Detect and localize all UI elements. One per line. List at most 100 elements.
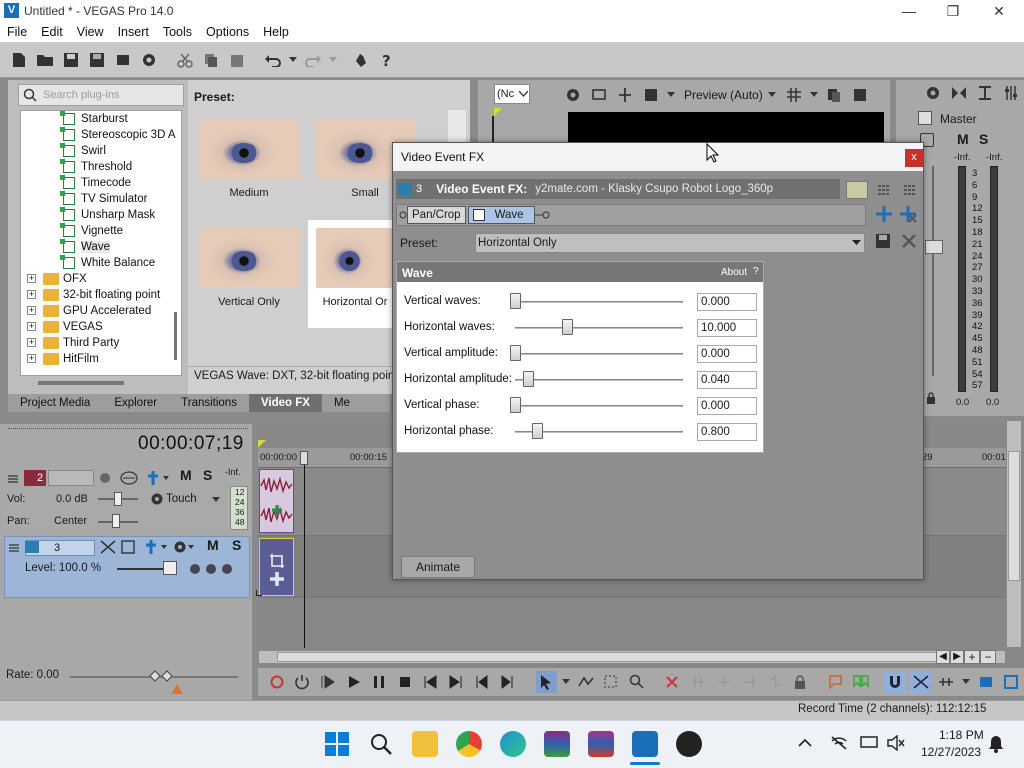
dialog-title-bar[interactable]: Video Event FX x — [393, 143, 923, 171]
wave-param-value-input[interactable]: 0.040 — [697, 371, 757, 389]
track-2-solo-button[interactable]: S — [203, 467, 212, 483]
winrar-icon[interactable] — [544, 731, 570, 757]
track-3-solo-button[interactable]: S — [232, 537, 241, 553]
timeline-vscroll-thumb[interactable] — [1008, 451, 1020, 581]
media-player-icon[interactable] — [676, 731, 702, 757]
insert-marker-icon[interactable] — [825, 671, 847, 693]
close-window-button[interactable]: ✕ — [976, 0, 1022, 22]
menu-insert[interactable]: Insert — [111, 22, 156, 42]
plugin-folder[interactable]: + HitFilm — [21, 351, 181, 367]
go-to-end-icon[interactable] — [445, 671, 467, 693]
taskbar-clock-date[interactable]: 12/27/2023 — [921, 745, 981, 759]
zoom-out-button[interactable]: − — [980, 650, 996, 664]
master-solo-button[interactable]: S — [979, 131, 988, 147]
external-monitor-icon[interactable] — [588, 84, 610, 106]
new-file-icon[interactable] — [8, 49, 30, 71]
expand-folder-icon[interactable]: + — [27, 338, 36, 347]
timeline-cursor-handle[interactable] — [300, 451, 308, 465]
paste-icon[interactable] — [226, 49, 248, 71]
plugin-folder[interactable]: + VEGAS — [21, 319, 181, 335]
wave-param-value-input[interactable]: 0.000 — [697, 345, 757, 363]
plugin-folder[interactable]: +32-bit floating point — [21, 287, 181, 303]
delete-preset-icon[interactable] — [901, 233, 917, 249]
restore-button[interactable]: ❐ — [930, 0, 976, 22]
play-from-start-icon[interactable] — [317, 671, 339, 693]
plugin-item[interactable]: TV Simulator — [21, 191, 181, 207]
track-3-motion-icon[interactable] — [99, 539, 117, 555]
auto-crossfade-icon[interactable] — [909, 671, 932, 693]
pause-icon[interactable] — [368, 671, 390, 693]
rate-slider-thumb[interactable] — [148, 670, 176, 682]
windows-start-icon[interactable] — [324, 731, 350, 757]
menu-file[interactable]: File — [0, 22, 34, 42]
chain-item-pan-crop[interactable]: Pan/Crop — [407, 206, 466, 224]
audio-track-2[interactable]: 2 M S -Inf. Vol: 0.0 dB Touch Pan: Cente… — [4, 466, 250, 534]
show-hidden-icons-chevron-icon[interactable] — [798, 738, 812, 748]
save-snapshot-icon[interactable] — [849, 84, 871, 106]
track-2-pan-thumb[interactable] — [112, 514, 120, 528]
wave-param-slider-thumb[interactable] — [510, 293, 521, 309]
go-to-start-icon[interactable] — [420, 671, 442, 693]
preview-quality-label[interactable]: Preview (Auto) — [684, 88, 763, 102]
plugin-item[interactable]: Stereoscopic 3D A — [21, 127, 181, 143]
video-preview-settings-gear-icon[interactable] — [562, 84, 584, 106]
plugin-item[interactable]: Swirl — [21, 143, 181, 159]
wave-about-link[interactable]: About — [721, 267, 747, 278]
tab-project-media[interactable]: Project Media — [8, 394, 102, 412]
timeline-hscroll[interactable] — [258, 650, 1006, 664]
ripple-dropdown-icon[interactable] — [961, 671, 971, 693]
plugin-item[interactable]: Wave — [21, 239, 181, 255]
wave-param-slider-thumb[interactable] — [523, 371, 535, 387]
track-3-fx-icon[interactable] — [145, 539, 169, 555]
timeline-hscroll-thumb[interactable] — [277, 652, 943, 662]
track-3-mute-button[interactable]: M — [207, 537, 219, 553]
timeline-vscroll[interactable] — [1006, 420, 1022, 648]
lock-envelopes-icon[interactable] — [975, 671, 997, 693]
track-2-vol-thumb[interactable] — [114, 492, 122, 506]
edge-browser-icon[interactable] — [500, 731, 526, 757]
chrome-browser-icon[interactable] — [456, 731, 482, 757]
ripple-edit-icon[interactable] — [935, 671, 957, 693]
track-3-level-thumb[interactable] — [163, 561, 177, 575]
previous-frame-icon[interactable] — [471, 671, 493, 693]
overlays-grid-icon[interactable] — [783, 84, 805, 106]
master-downmix-icon[interactable] — [948, 82, 970, 104]
master-mute-button[interactable]: M — [957, 131, 969, 147]
chain-item-wave[interactable]: Wave — [467, 206, 535, 224]
tab-media-generators[interactable]: Me — [322, 394, 362, 412]
preview-fx-bypass-icon[interactable] — [640, 84, 662, 106]
undo-icon[interactable] — [262, 49, 284, 71]
plugin-search-box[interactable]: Search plug-ins — [18, 84, 184, 106]
cut-icon[interactable] — [174, 49, 196, 71]
master-lock-icon[interactable] — [926, 392, 936, 404]
touch-dropdown-icon[interactable] — [212, 497, 220, 503]
trim-start-icon[interactable] — [713, 671, 735, 693]
track-2-fx-icon[interactable] — [147, 470, 171, 486]
wave-param-value-input[interactable]: 0.000 — [697, 397, 757, 415]
track-2-automation-icon[interactable] — [120, 471, 138, 485]
stop-icon[interactable] — [394, 671, 416, 693]
copy-icon[interactable] — [200, 49, 222, 71]
copy-snapshot-icon[interactable] — [823, 84, 845, 106]
render-icon[interactable] — [112, 49, 134, 71]
preset-thumb-horizontal-only[interactable] — [316, 228, 392, 288]
expand-folder-icon[interactable]: + — [27, 290, 36, 299]
file-explorer-icon[interactable] — [412, 731, 438, 757]
trim-icon[interactable] — [687, 671, 709, 693]
preview-quality-dropdown-icon[interactable] — [765, 84, 779, 106]
trim-end-icon[interactable] — [738, 671, 760, 693]
add-plugin-chain-icon[interactable] — [875, 205, 893, 223]
wave-param-slider[interactable] — [515, 405, 683, 407]
zoom-in-button[interactable]: + — [964, 650, 980, 664]
edit-tool-dropdown-icon[interactable] — [561, 671, 571, 693]
wave-param-slider-thumb[interactable] — [562, 319, 574, 335]
expand-folder-icon[interactable]: + — [27, 322, 36, 331]
delete-icon[interactable] — [662, 671, 684, 693]
chain-view-grid-icon[interactable] — [877, 183, 891, 197]
menu-edit[interactable]: Edit — [34, 22, 70, 42]
animate-button[interactable]: Animate — [401, 556, 475, 578]
wave-param-value-input[interactable]: 10.000 — [697, 319, 757, 337]
plugin-item[interactable]: Timecode — [21, 175, 181, 191]
track-3-compositing-icon[interactable] — [121, 540, 135, 554]
taskbar-search-icon[interactable] — [369, 732, 393, 756]
